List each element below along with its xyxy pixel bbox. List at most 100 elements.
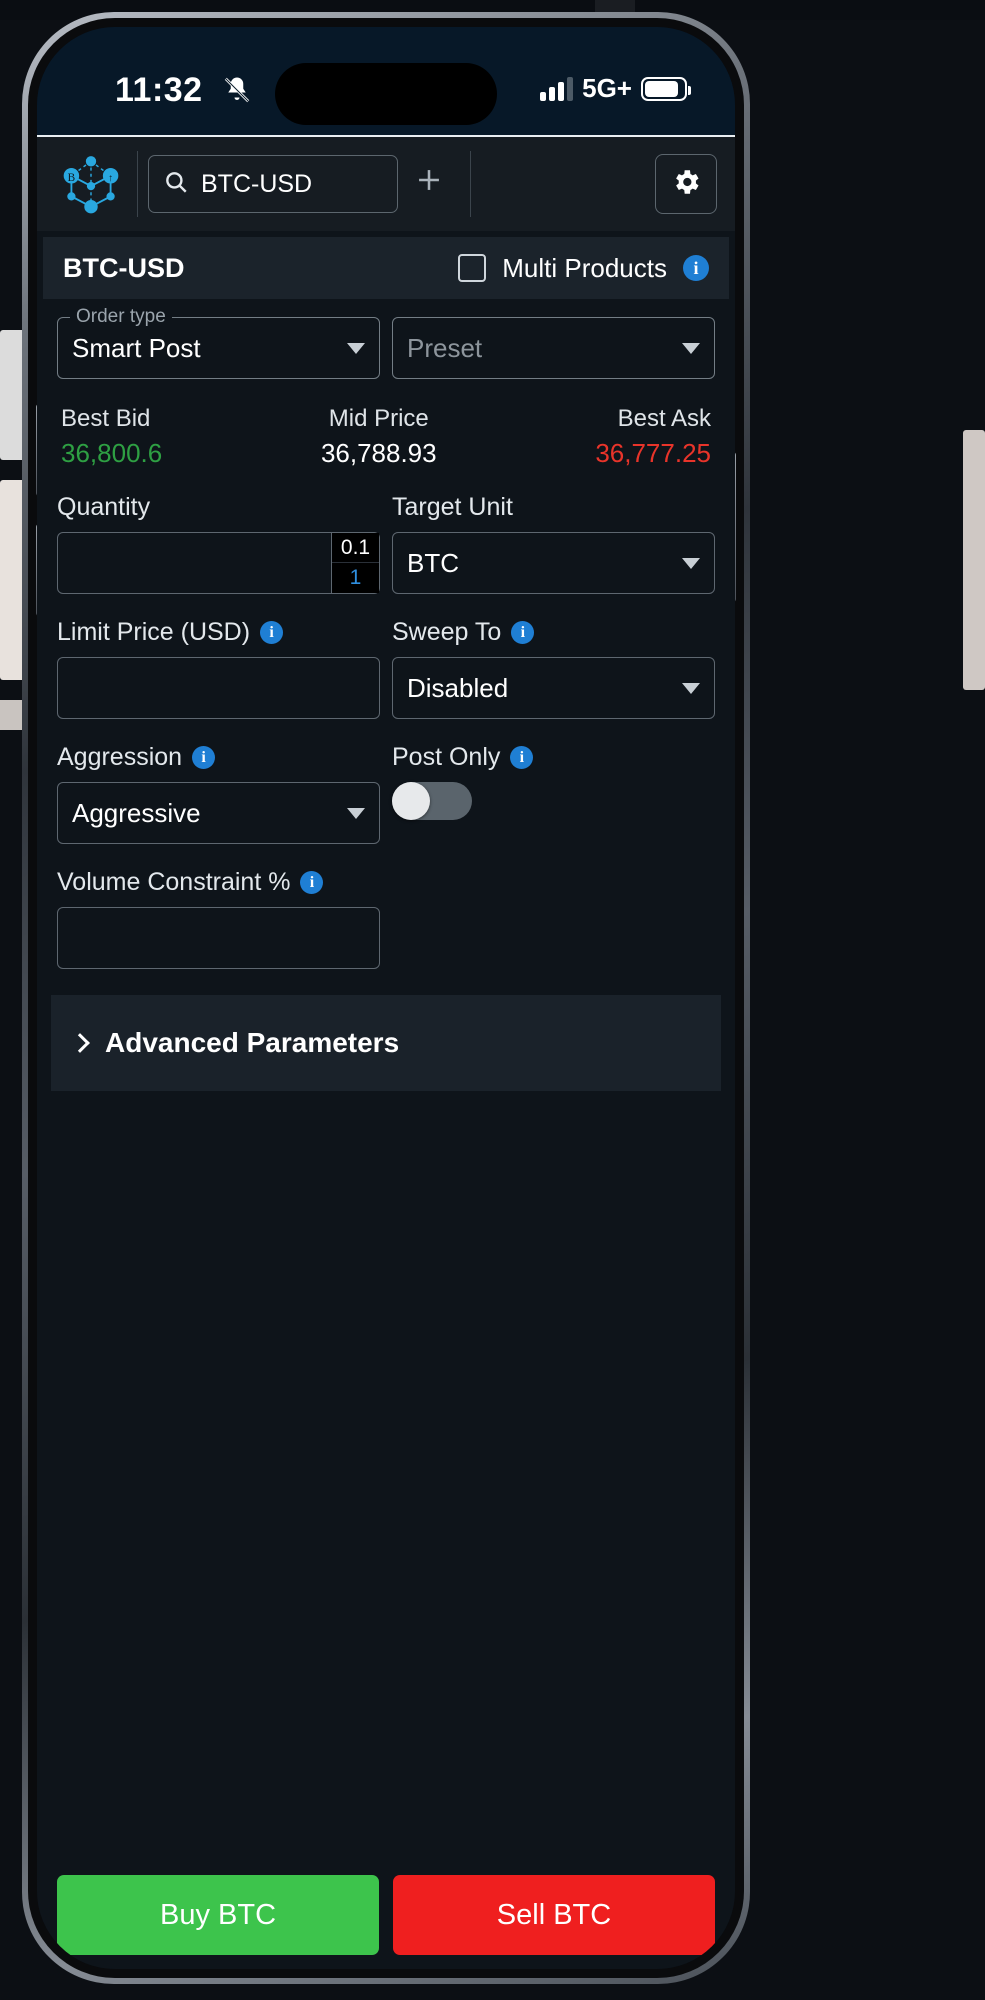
sweep-to-col: Sweep To i Disabled bbox=[392, 618, 715, 719]
chevron-down-icon bbox=[347, 807, 365, 819]
mid-price-value: 36,788.93 bbox=[320, 438, 437, 468]
best-ask-value: 36,777.25 bbox=[595, 438, 711, 468]
aggression-select[interactable]: Aggressive bbox=[57, 782, 380, 844]
network-type-label: 5G+ bbox=[582, 73, 632, 103]
battery-icon bbox=[641, 76, 691, 101]
order-type-legend: Order type bbox=[70, 306, 172, 328]
info-icon[interactable]: i bbox=[683, 255, 709, 281]
quantity-label-wrap: Quantity bbox=[57, 493, 380, 522]
limit-price-label: Limit Price (USD) bbox=[57, 618, 251, 646]
mid-price-label: Mid Price bbox=[328, 405, 429, 432]
phone-frame: 11:32 5G+ B ↑ BTC-USD BTC-USD Multi Prod… bbox=[22, 12, 750, 1984]
mid-price-cell: Mid Price 36,788.93 bbox=[321, 405, 437, 469]
order-type-value: Smart Post bbox=[72, 332, 201, 363]
phone-screen: 11:32 5G+ B ↑ BTC-USD BTC-USD Multi Prod… bbox=[37, 27, 735, 1969]
chevron-down-icon bbox=[682, 342, 700, 354]
volume-constraint-input[interactable] bbox=[57, 907, 380, 969]
sweep-to-select[interactable]: Disabled bbox=[392, 657, 715, 719]
multi-products-label: Multi Products bbox=[502, 252, 667, 283]
svg-text:↑: ↑ bbox=[108, 173, 113, 184]
target-unit-label-wrap: Target Unit bbox=[392, 493, 715, 522]
chevron-right-icon bbox=[70, 1033, 90, 1053]
ticket-panel: BTC-USD Multi Products i Order type Smar… bbox=[37, 231, 735, 1969]
ticket-header: BTC-USD Multi Products i bbox=[43, 237, 729, 299]
preset-value: Preset bbox=[407, 332, 483, 363]
multi-products-checkbox[interactable] bbox=[458, 254, 487, 282]
ticket-empty-space bbox=[43, 1091, 729, 1875]
volume-constraint-input-value bbox=[58, 908, 379, 968]
add-symbol-button[interactable] bbox=[398, 155, 460, 213]
best-bid-label: Best Bid bbox=[61, 405, 151, 432]
quantity-stepper[interactable]: 0.1 1 bbox=[331, 533, 379, 593]
limit-price-input-value bbox=[58, 658, 379, 718]
settings-button[interactable] bbox=[655, 154, 717, 214]
volume-constraint-spacer bbox=[392, 868, 715, 969]
quantity-input[interactable]: 0.1 1 bbox=[57, 532, 380, 594]
aggression-col: Aggression i Aggressive bbox=[57, 743, 380, 844]
volume-constraint-label-wrap: Volume Constraint % i bbox=[57, 868, 380, 897]
status-bar-time: 11:32 bbox=[115, 71, 203, 109]
buy-button[interactable]: Buy BTC bbox=[57, 1875, 379, 1955]
target-unit-col: Target Unit BTC bbox=[392, 493, 715, 594]
sweep-to-value: Disabled bbox=[407, 672, 509, 703]
target-unit-label: Target Unit bbox=[392, 493, 513, 521]
order-type-row: Order type Smart Post Preset bbox=[57, 306, 715, 379]
preset-col: Preset bbox=[392, 317, 715, 379]
quantity-step-down[interactable]: 1 bbox=[332, 563, 379, 593]
post-only-toggle[interactable] bbox=[392, 782, 472, 820]
search-input-value: BTC-USD bbox=[201, 169, 313, 198]
preset-select[interactable]: Preset bbox=[392, 317, 715, 379]
status-bar: 11:32 5G+ bbox=[37, 27, 735, 135]
limit-price-row: Limit Price (USD) i Sweep To i Disabled bbox=[57, 618, 715, 719]
best-bid-cell: Best Bid 36,800.6 bbox=[61, 405, 162, 469]
ticket-form: Order type Smart Post Preset Best Bid 36… bbox=[43, 299, 729, 969]
sweep-to-label: Sweep To bbox=[392, 618, 502, 646]
search-input[interactable]: BTC-USD bbox=[148, 155, 398, 213]
info-icon[interactable]: i bbox=[300, 871, 324, 894]
volume-constraint-label: Volume Constraint % bbox=[57, 868, 291, 896]
volume-constraint-col: Volume Constraint % i bbox=[57, 868, 380, 969]
sweep-to-label-wrap: Sweep To i bbox=[392, 618, 715, 647]
post-only-label: Post Only bbox=[392, 743, 501, 771]
quantity-step-up[interactable]: 0.1 bbox=[332, 533, 379, 563]
target-unit-select[interactable]: BTC bbox=[392, 532, 715, 594]
header-divider-left bbox=[137, 151, 138, 217]
info-icon[interactable]: i bbox=[192, 746, 216, 769]
advanced-parameters-section[interactable]: Advanced Parameters bbox=[51, 995, 721, 1091]
best-ask-label: Best Ask bbox=[617, 405, 711, 432]
app-header: B ↑ BTC-USD bbox=[37, 135, 735, 231]
best-ask-cell: Best Ask 36,777.25 bbox=[595, 405, 711, 469]
info-icon[interactable]: i bbox=[511, 621, 535, 644]
search-icon bbox=[163, 169, 189, 200]
info-icon[interactable]: i bbox=[260, 621, 284, 644]
ticket-symbol: BTC-USD bbox=[63, 252, 185, 283]
gear-icon bbox=[670, 166, 702, 203]
aggression-value: Aggressive bbox=[72, 797, 201, 828]
ticket-header-right: Multi Products i bbox=[458, 253, 709, 284]
network-nodes-logo-icon: B ↑ bbox=[55, 149, 127, 219]
chevron-down-icon bbox=[682, 682, 700, 694]
plus-icon bbox=[412, 163, 446, 206]
quantity-col: Quantity 0.1 1 bbox=[57, 493, 380, 594]
sell-button[interactable]: Sell BTC bbox=[393, 1875, 715, 1955]
aggression-label: Aggression bbox=[57, 743, 183, 771]
bell-muted-icon bbox=[222, 75, 252, 105]
limit-price-col: Limit Price (USD) i bbox=[57, 618, 380, 719]
target-unit-value: BTC bbox=[407, 547, 459, 578]
dynamic-island bbox=[275, 63, 497, 125]
post-only-toggle-knob bbox=[392, 782, 430, 820]
chevron-down-icon bbox=[682, 557, 700, 569]
quantity-row: Quantity 0.1 1 Target Unit BTC bbox=[57, 493, 715, 594]
phone-bezel: 11:32 5G+ B ↑ BTC-USD BTC-USD Multi Prod… bbox=[28, 18, 744, 1978]
aggression-label-wrap: Aggression i bbox=[57, 743, 380, 772]
action-buttons: Buy BTC Sell BTC bbox=[43, 1875, 729, 1955]
post-only-col: Post Only i bbox=[392, 743, 715, 844]
order-type-select[interactable]: Order type Smart Post bbox=[57, 306, 380, 379]
info-icon[interactable]: i bbox=[510, 746, 534, 769]
quantity-label: Quantity bbox=[57, 493, 151, 521]
quantity-input-value bbox=[58, 533, 331, 593]
svg-text:B: B bbox=[68, 172, 76, 184]
advanced-parameters-label: Advanced Parameters bbox=[105, 1027, 400, 1058]
status-bar-indicators: 5G+ bbox=[540, 73, 691, 104]
limit-price-input[interactable] bbox=[57, 657, 380, 719]
